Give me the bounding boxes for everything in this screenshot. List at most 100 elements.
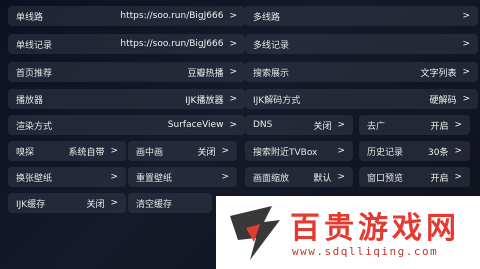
setting-value: IJK播放器	[185, 95, 224, 106]
setting-3-0[interactable]: 播放器 IJK播放器 >	[8, 89, 245, 109]
setting-value: SurfaceView	[167, 120, 224, 130]
watermark-logo-icon	[230, 206, 280, 260]
chevron-right-icon: >	[337, 146, 345, 156]
setting-value-group: https://soo.run/BigJ666 >	[120, 11, 237, 21]
setting-value-group: 关闭 >	[313, 119, 345, 132]
chevron-right-icon: >	[462, 39, 470, 49]
chevron-right-icon: >	[462, 67, 470, 77]
setting-label: 单线路	[16, 12, 44, 23]
setting-value-group: 关闭 >	[197, 145, 229, 158]
setting-value-group: >	[331, 146, 345, 156]
chevron-right-icon: >	[454, 172, 462, 182]
setting-5-0[interactable]: 嗅探 系统自带 >	[8, 141, 126, 161]
setting-label: DNS	[253, 120, 273, 130]
chevron-right-icon: >	[462, 11, 470, 21]
setting-0-0[interactable]: 单线路 https://soo.run/BigJ666 >	[8, 6, 245, 26]
chevron-right-icon: >	[110, 172, 118, 182]
setting-value-group: IJK播放器 >	[185, 93, 237, 106]
setting-value-group: >	[456, 11, 470, 21]
setting-3-1[interactable]: IJK解码方式 硬解码 >	[245, 89, 478, 109]
setting-0-1[interactable]: 多线路 >	[245, 6, 478, 26]
setting-4-0[interactable]: 渲染方式 SurfaceView >	[8, 115, 245, 135]
setting-5-3[interactable]: 历史记录 30条 >	[359, 141, 470, 161]
setting-label: 去广	[367, 121, 386, 132]
chevron-right-icon: >	[229, 94, 237, 104]
setting-7-0[interactable]: IJK缓存 关闭 >	[8, 193, 126, 213]
setting-label: 搜索附近TVBox	[253, 147, 318, 158]
setting-6-1[interactable]: 重置壁纸 >	[128, 167, 237, 187]
chevron-right-icon: >	[221, 172, 229, 182]
setting-2-1[interactable]: 搜索展示 文字列表 >	[245, 62, 478, 82]
chevron-right-icon: >	[454, 146, 462, 156]
setting-label: 历史记录	[367, 147, 404, 158]
chevron-right-icon: >	[110, 198, 118, 208]
setting-value: 开启	[430, 173, 449, 184]
setting-value-group: 关闭 >	[86, 197, 118, 210]
chevron-right-icon: >	[229, 11, 237, 21]
setting-value-group: 开启 >	[430, 119, 462, 132]
setting-value: 关闭	[313, 121, 332, 132]
setting-6-3[interactable]: 窗口预览 开启 >	[359, 167, 470, 187]
setting-value: https://soo.run/BigJ666	[120, 39, 224, 49]
setting-6-2[interactable]: 画面缩放 默认 >	[245, 167, 353, 187]
setting-5-2[interactable]: 搜索附近TVBox >	[245, 141, 353, 161]
setting-label: 首页推荐	[16, 68, 53, 79]
setting-label: 嗅探	[16, 147, 35, 158]
setting-value-group: 默认 >	[313, 171, 345, 184]
setting-label: 重置壁纸	[136, 173, 173, 184]
chevron-right-icon: >	[462, 94, 470, 104]
setting-value: 豆瓣热播	[187, 68, 224, 79]
setting-value: 关闭	[197, 147, 216, 158]
setting-label: 播放器	[16, 95, 44, 106]
setting-value-group: >	[215, 172, 229, 182]
setting-2-0[interactable]: 首页推荐 豆瓣热播 >	[8, 62, 245, 82]
setting-label: 多线记录	[253, 40, 290, 51]
setting-value: 系统自带	[68, 147, 105, 158]
setting-value-group: 系统自带 >	[68, 145, 118, 158]
setting-value: 硬解码	[429, 95, 457, 106]
setting-value-group: 豆瓣热播 >	[187, 66, 237, 79]
setting-label: 渲染方式	[16, 121, 53, 132]
setting-label: 多线路	[253, 12, 281, 23]
setting-value: https://soo.run/BigJ666	[120, 11, 224, 21]
setting-label: 搜索展示	[253, 68, 290, 79]
setting-label: 清空缓存	[136, 199, 173, 210]
watermark-text: 百贵游戏网	[290, 211, 460, 246]
setting-value-group: https://soo.run/BigJ666 >	[120, 39, 237, 49]
setting-value: 文字列表	[420, 68, 457, 79]
setting-value-group: >	[104, 172, 118, 182]
setting-6-0[interactable]: 换张壁纸 >	[8, 167, 126, 187]
setting-label: 单线记录	[16, 40, 53, 51]
chevron-right-icon: >	[229, 39, 237, 49]
setting-value-group: 开启 >	[430, 171, 462, 184]
setting-value-group: SurfaceView >	[168, 120, 237, 130]
setting-5-1[interactable]: 画中画 关闭 >	[128, 141, 237, 161]
setting-1-1[interactable]: 多线记录 >	[245, 34, 478, 54]
chevron-right-icon: >	[337, 120, 345, 130]
setting-4-2[interactable]: 去广 开启 >	[359, 115, 470, 135]
chevron-right-icon: >	[454, 120, 462, 130]
setting-value-group: >	[456, 39, 470, 49]
setting-value: 关闭	[86, 199, 105, 210]
setting-label: IJK解码方式	[253, 95, 301, 106]
setting-value: 开启	[430, 121, 449, 132]
watermark-url: www.sdqlliqing.com	[292, 245, 439, 258]
setting-label: 换张壁纸	[16, 173, 53, 184]
setting-7-1[interactable]: 清空缓存	[128, 193, 212, 213]
setting-label: 画面缩放	[253, 173, 290, 184]
setting-1-0[interactable]: 单线记录 https://soo.run/BigJ666 >	[8, 34, 245, 54]
setting-label: IJK缓存	[16, 199, 46, 210]
setting-label: 画中画	[136, 147, 164, 158]
chevron-right-icon: >	[229, 120, 237, 130]
setting-value-group: 文字列表 >	[420, 66, 470, 79]
setting-value: 默认	[313, 173, 332, 184]
chevron-right-icon: >	[229, 67, 237, 77]
chevron-right-icon: >	[110, 146, 118, 156]
setting-value-group: 30条 >	[428, 145, 462, 158]
setting-4-1[interactable]: DNS 关闭 >	[245, 115, 353, 135]
chevron-right-icon: >	[221, 146, 229, 156]
chevron-right-icon: >	[337, 172, 345, 182]
setting-value: 30条	[428, 147, 449, 158]
setting-label: 窗口预览	[367, 173, 404, 184]
setting-value-group: 硬解码 >	[429, 93, 470, 106]
